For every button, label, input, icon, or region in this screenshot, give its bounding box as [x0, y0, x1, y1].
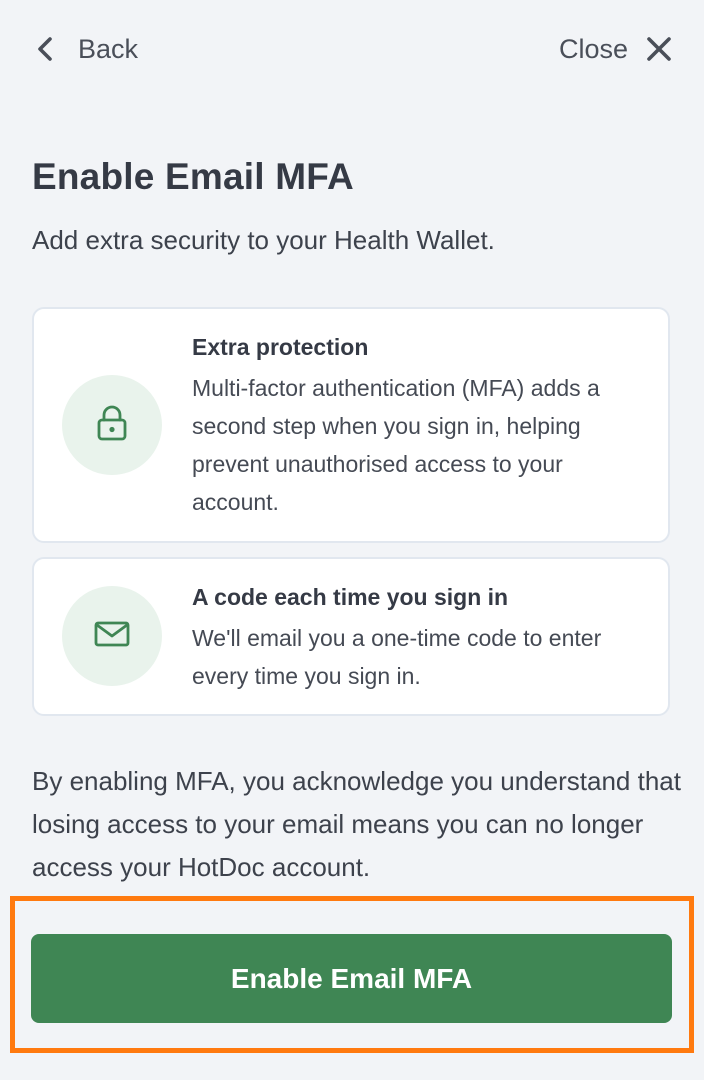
page-title: Enable Email MFA	[32, 156, 354, 197]
icon-circle	[62, 586, 162, 686]
card-body: We'll email you a one-time code to enter…	[192, 625, 602, 689]
mail-icon	[93, 619, 131, 654]
chevron-left-icon	[36, 35, 54, 63]
icon-circle	[62, 375, 162, 475]
enable-email-mfa-button[interactable]: Enable Email MFA	[31, 934, 672, 1023]
back-label: Back	[78, 33, 139, 64]
close-button[interactable]: Close	[559, 28, 672, 70]
back-button[interactable]: Back	[36, 28, 138, 70]
lock-icon	[94, 404, 130, 447]
close-icon	[646, 36, 672, 62]
card-heading: Extra protection	[192, 334, 369, 360]
info-card-extra-protection: Extra protection Multi-factor authentica…	[32, 307, 670, 543]
close-label: Close	[558, 33, 628, 64]
card-text: Extra protection Multi-factor authentica…	[192, 331, 646, 521]
page-subtitle: Add extra security to your Health Wallet…	[32, 225, 495, 255]
card-text: A code each time you sign in We'll email…	[192, 581, 646, 695]
card-heading: A code each time you sign in	[192, 584, 509, 610]
top-bar: Back Close	[0, 0, 704, 98]
card-body: Multi-factor authentication (MFA) adds a…	[192, 375, 600, 515]
info-card-code-each-time: A code each time you sign in We'll email…	[32, 557, 670, 716]
mfa-disclaimer: By enabling MFA, you acknowledge you und…	[32, 766, 681, 882]
